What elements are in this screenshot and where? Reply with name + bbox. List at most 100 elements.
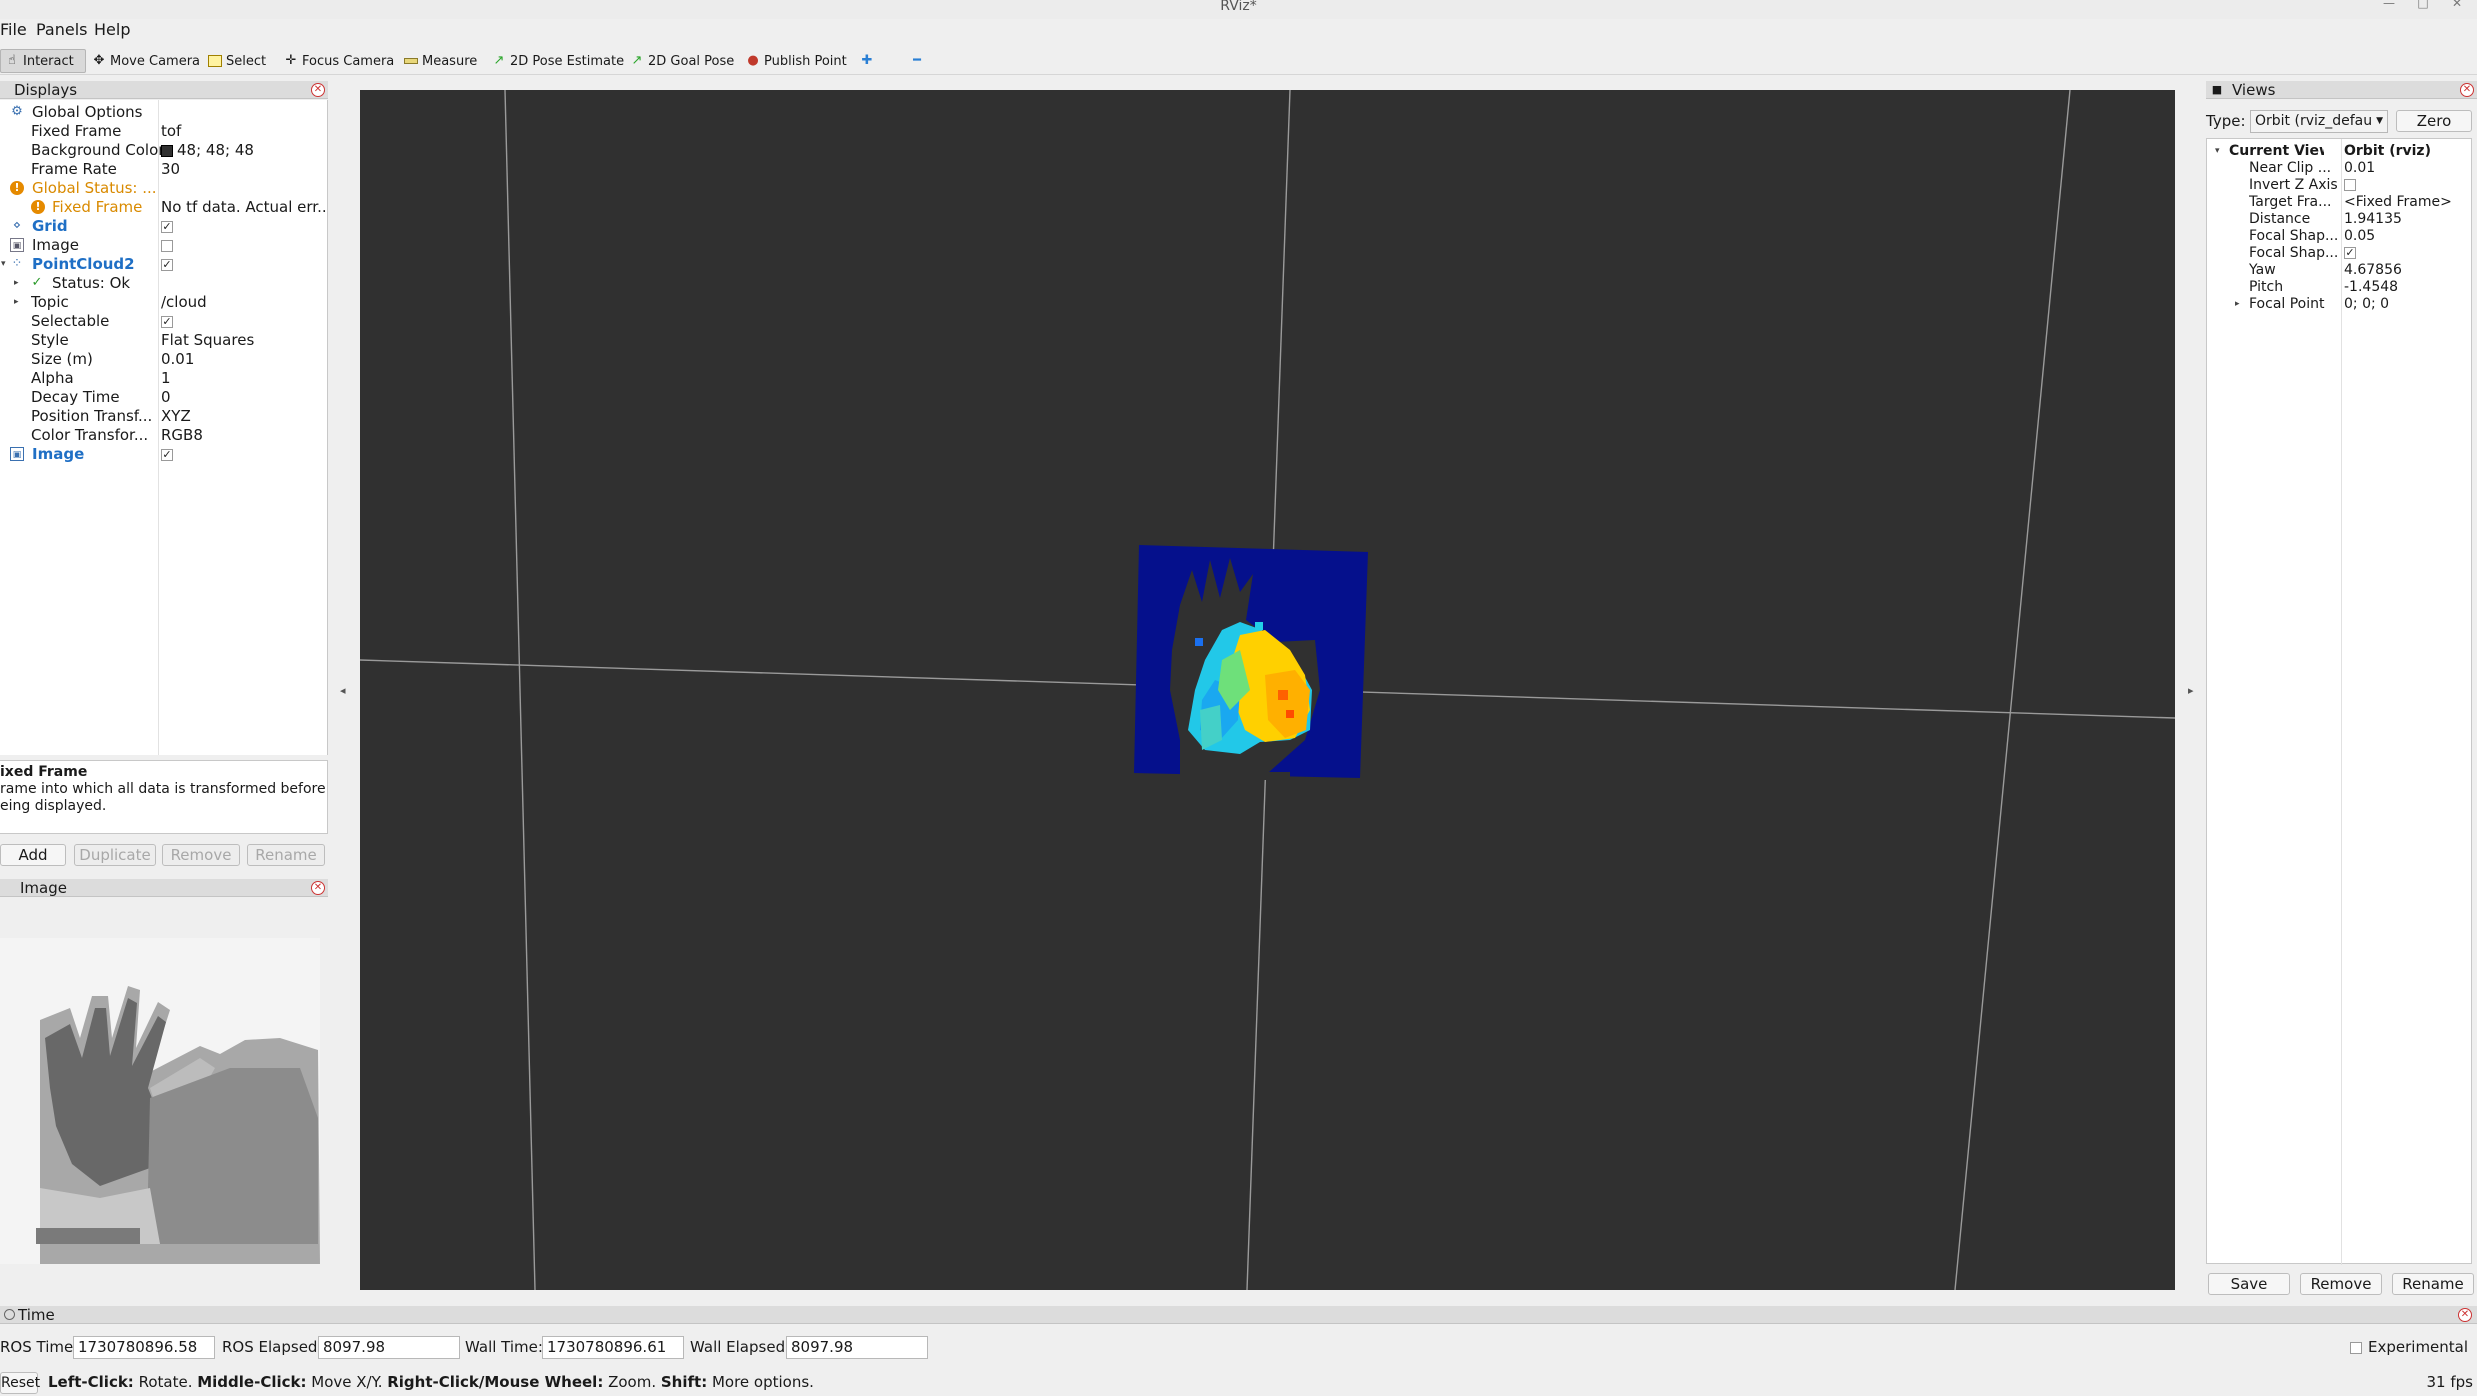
tree-row-bg-color[interactable]: Background Color 48; 48; 48 [0,141,328,160]
displays-panel-title[interactable]: Displays ✕ [0,81,328,99]
remove-button[interactable]: Remove [162,844,240,866]
yaw-value[interactable]: 4.67856 [2344,262,2402,279]
expand-arrow-icon[interactable]: ▸ [2235,296,2240,313]
duplicate-button[interactable]: Duplicate [74,844,156,866]
views-row-focal-shape-fixed[interactable]: Focal Shap... ✓ [2207,245,2473,262]
ros-elapsed-field[interactable]: 8097.98 [318,1336,460,1359]
goal-pose-tool[interactable]: ↗ 2D Goal Pose [626,49,738,73]
select-tool[interactable]: Select [204,49,270,73]
minimize-icon[interactable]: — [2380,0,2398,10]
remove-tool-button[interactable]: ━ [906,49,928,73]
add-button[interactable]: Add [0,844,66,866]
collapse-right-icon[interactable]: ▸ [2188,684,2194,697]
reset-button[interactable]: Reset [0,1372,40,1394]
tree-row-global-options[interactable]: ⚙ Global Options [0,103,328,122]
experimental-checkbox[interactable] [2350,1342,2362,1354]
rename-button[interactable]: Rename [247,844,325,866]
tree-row-size[interactable]: Size (m) 0.01 [0,350,328,369]
image-panel-title[interactable]: Image ✕ [0,879,328,897]
wall-elapsed-field[interactable]: 8097.98 [786,1336,928,1359]
expand-arrow-icon[interactable]: ▸ [14,274,19,293]
focus-camera-tool[interactable]: ✛ Focus Camera [280,49,398,73]
focal-shape-checkbox[interactable]: ✓ [2344,247,2356,259]
tree-row-selectable[interactable]: Selectable ✓ [0,312,328,331]
views-panel-title[interactable]: ■ Views ✕ [2206,81,2477,99]
pitch-value[interactable]: -1.4548 [2344,279,2398,296]
decay-value[interactable]: 0 [161,388,326,407]
focal-shape-size-value[interactable]: 0.05 [2344,228,2375,245]
tree-row-alpha[interactable]: Alpha 1 [0,369,328,388]
move-camera-tool[interactable]: ✥ Move Camera [88,49,204,73]
tree-row-status-fixed-frame[interactable]: ! Fixed Frame No tf data. Actual err... [0,198,328,217]
view-type-select[interactable]: Orbit (rviz_defau ▼ [2250,110,2388,133]
close-panel-icon[interactable]: ✕ [2460,83,2474,97]
zero-button[interactable]: Zero [2396,110,2472,132]
menu-file[interactable]: File [0,20,27,40]
time-panel-title[interactable]: Time ✕ [0,1306,2477,1324]
ros-time-field[interactable]: 1730780896.58 [73,1336,215,1359]
render-viewport[interactable] [360,90,2175,1290]
views-row-target-frame[interactable]: Target Fra... <Fixed Frame> [2207,194,2473,211]
collapse-left-icon[interactable]: ◂ [340,684,346,697]
alpha-value[interactable]: 1 [161,369,326,388]
wall-time-field[interactable]: 1730780896.61 [542,1336,684,1359]
distance-value[interactable]: 1.94135 [2344,211,2402,228]
tree-row-status-ok[interactable]: ▸ ✓ Status: Ok [0,274,328,293]
interact-tool[interactable]: ☝ Interact [0,49,86,73]
tree-row-image[interactable]: ▣ Image [0,236,328,255]
style-value[interactable]: Flat Squares [161,331,326,350]
frame-rate-value[interactable]: 30 [161,160,326,179]
close-icon[interactable]: ✕ [2448,0,2466,10]
views-row-distance[interactable]: Distance 1.94135 [2207,211,2473,228]
fixed-frame-value[interactable]: tof [161,122,326,141]
views-row-focal-point[interactable]: ▸ Focal Point 0; 0; 0 [2207,296,2473,313]
tree-row-color[interactable]: Color Transfor... RGB8 [0,426,328,445]
tree-row-grid[interactable]: ⋄ Grid ✓ [0,217,328,236]
close-panel-icon[interactable]: ✕ [311,881,325,895]
views-row-focal-shape-size[interactable]: Focal Shap... 0.05 [2207,228,2473,245]
measure-tool[interactable]: Measure [400,49,481,73]
tree-row-pointcloud[interactable]: ▾ ⁘ PointCloud2 ✓ [0,255,328,274]
views-row-current-view[interactable]: ▾ Current View Orbit (rviz) [2207,143,2473,160]
expand-arrow-icon[interactable]: ▸ [14,293,19,312]
add-tool-button[interactable]: ✚ [856,49,878,73]
image2-checkbox[interactable]: ✓ [161,448,173,461]
menu-help[interactable]: Help [94,20,130,40]
menu-panels[interactable]: Panels [36,20,88,40]
views-save-button[interactable]: Save [2208,1273,2290,1295]
tree-row-global-status[interactable]: ! Global Status: ... [0,179,328,198]
views-row-invert-z[interactable]: Invert Z Axis [2207,177,2473,194]
views-row-near-clip[interactable]: Near Clip ... 0.01 [2207,160,2473,177]
tree-row-topic[interactable]: ▸ Topic /cloud [0,293,328,312]
selectable-checkbox[interactable]: ✓ [161,315,173,328]
near-clip-value[interactable]: 0.01 [2344,160,2375,177]
grid-checkbox[interactable]: ✓ [161,220,173,233]
target-frame-value[interactable]: <Fixed Frame> [2344,194,2452,211]
size-value[interactable]: 0.01 [161,350,326,369]
close-panel-icon[interactable]: ✕ [2458,1308,2472,1322]
pointcloud-checkbox[interactable]: ✓ [161,258,173,271]
tree-row-frame-rate[interactable]: Frame Rate 30 [0,160,328,179]
views-remove-button[interactable]: Remove [2300,1273,2382,1295]
tree-row-style[interactable]: Style Flat Squares [0,331,328,350]
close-panel-icon[interactable]: ✕ [311,83,325,97]
views-row-pitch[interactable]: Pitch -1.4548 [2207,279,2473,296]
maximize-icon[interactable]: □ [2414,0,2432,10]
invert-z-checkbox[interactable] [2344,179,2356,191]
position-value[interactable]: XYZ [161,407,326,426]
color-value[interactable]: RGB8 [161,426,326,445]
views-row-yaw[interactable]: Yaw 4.67856 [2207,262,2473,279]
bg-color-value[interactable]: 48; 48; 48 [161,141,326,160]
focal-point-value[interactable]: 0; 0; 0 [2344,296,2389,313]
tree-row-decay[interactable]: Decay Time 0 [0,388,328,407]
views-rename-button[interactable]: Rename [2392,1273,2474,1295]
topic-value[interactable]: /cloud [161,293,326,312]
expand-arrow-icon[interactable]: ▾ [2215,143,2220,160]
tree-row-fixed-frame[interactable]: Fixed Frame tof [0,122,328,141]
tree-row-position[interactable]: Position Transf... XYZ [0,407,328,426]
tree-row-image2[interactable]: ▣ Image ✓ [0,445,328,464]
expand-arrow-icon[interactable]: ▾ [1,255,6,274]
image-checkbox[interactable] [161,239,173,252]
publish-point-tool[interactable]: ● Publish Point [742,49,851,73]
pose-estimate-tool[interactable]: ↗ 2D Pose Estimate [488,49,628,73]
